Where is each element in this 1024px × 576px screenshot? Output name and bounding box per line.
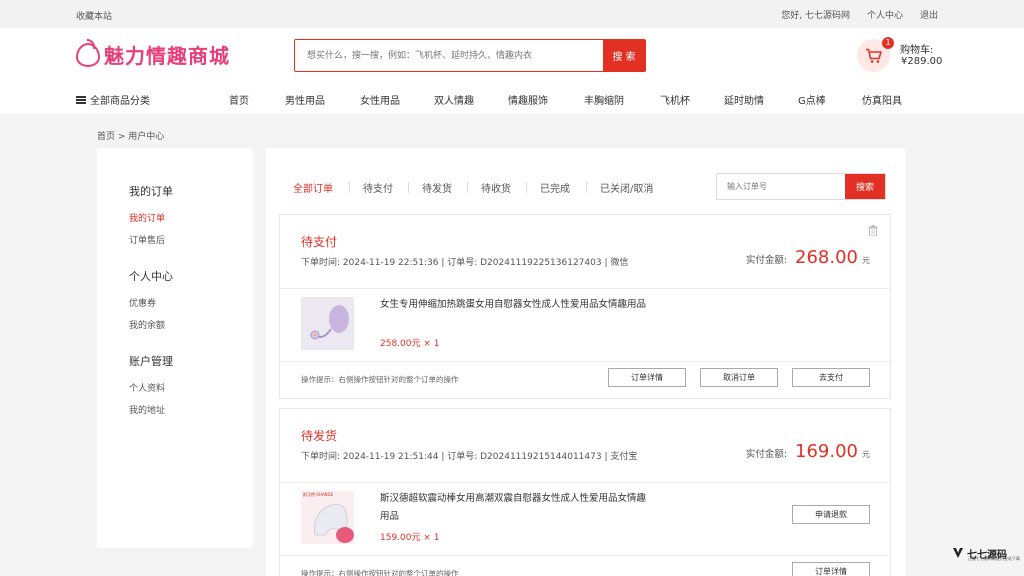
nav-item-apparel[interactable]: 情趣服饰 [508, 92, 548, 107]
tab-pending-shipment[interactable]: 待发货 [422, 180, 452, 195]
cart-badge: 1 [882, 37, 894, 49]
divider [280, 361, 890, 362]
tab-divider [467, 182, 468, 193]
paid-label: 实付金额: [745, 449, 788, 460]
watermark-subtitle: 正版七七源码网提供全站下载 [968, 556, 1020, 561]
paid-amount: 268.00 [795, 247, 858, 268]
sidebar-item-my-orders[interactable]: 我的订单 [129, 211, 165, 224]
order-paid-amount: 实付金额: 169.00 元 [746, 441, 870, 462]
top-bar-right: 您好, 七七源码网 个人中心 退出 [781, 8, 938, 21]
paid-label: 实付金额: [745, 255, 788, 266]
watermark: 七七源码 正版七七源码网提供全站下载 [952, 542, 1020, 564]
product-thumbnail[interactable] [301, 297, 354, 350]
cart-label: 购物车: [900, 45, 934, 56]
sidebar-item-after-sales[interactable]: 订单售后 [129, 233, 165, 246]
currency-label: 元 [862, 256, 870, 265]
tab-all-orders[interactable]: 全部订单 [293, 180, 333, 195]
nav-item-care[interactable]: 丰胸缩阴 [584, 92, 624, 107]
nav-item-home[interactable]: 首页 [229, 92, 249, 107]
paid-amount: 169.00 [795, 441, 858, 462]
watermark-logo-icon [953, 548, 963, 558]
sidebar-section-account: 账户管理 [129, 355, 173, 368]
order-search: 搜索 [716, 173, 886, 200]
sidebar-item-coupons[interactable]: 优惠券 [129, 296, 156, 309]
currency-label: 元 [862, 450, 870, 459]
order-meta: 下单时间: 2024-11-19 22:51:36 | 订单号: D202411… [301, 258, 629, 268]
main-content: 全部订单 待支付 待发货 待收货 已完成 已关闭/取消 搜索 待支付 下单时间:… [266, 148, 905, 576]
personal-center-link[interactable]: 个人中心 [867, 8, 903, 21]
tab-divider [349, 182, 350, 193]
nav-item-female[interactable]: 女性用品 [360, 92, 400, 107]
pay-button[interactable]: 去支付 [792, 368, 870, 387]
nav-item-delay[interactable]: 延时助情 [724, 92, 764, 107]
sidebar-item-profile[interactable]: 个人资料 [129, 381, 165, 394]
order-status: 待发货 [301, 429, 338, 443]
order-card: 待发货 下单时间: 2024-11-19 21:51:44 | 订单号: D20… [279, 408, 891, 576]
nav-item-gspot[interactable]: G点棒 [798, 92, 826, 107]
order-detail-button[interactable]: 订单详情 [792, 562, 870, 576]
order-card: 待支付 下单时间: 2024-11-19 22:51:36 | 订单号: D20… [279, 214, 891, 399]
logo-text: 魅力情趣商城 [104, 44, 230, 68]
nav-item-cup[interactable]: 飞机杯 [660, 92, 690, 107]
request-refund-button[interactable]: 申请退款 [792, 505, 870, 524]
order-meta: 下单时间: 2024-11-19 21:51:44 | 订单号: D202411… [301, 452, 638, 462]
product-name[interactable]: 女生专用伸缩加热跳蛋女用自慰器女性成人性爱用品女情趣用品 [380, 296, 650, 314]
cancel-order-button[interactable]: 取消订单 [700, 368, 778, 387]
tab-completed[interactable]: 已完成 [540, 180, 570, 195]
sidebar-section-personal: 个人中心 [129, 270, 173, 283]
order-search-button[interactable]: 搜索 [845, 174, 885, 199]
order-status: 待支付 [301, 235, 338, 249]
peach-icon [76, 38, 100, 67]
sidebar: 我的订单 我的订单 订单售后 个人中心 优惠券 我的余额 账户管理 个人资料 我… [97, 148, 253, 548]
sidebar-item-address[interactable]: 我的地址 [129, 403, 165, 416]
product-name[interactable]: 斯汉德超软震动棒女用高潮双震自慰器女性成人性爱用品女情趣用品 [380, 490, 650, 526]
greeting-text: 您好, 七七源码网 [781, 11, 850, 21]
sidebar-section-orders: 我的订单 [129, 185, 173, 198]
operation-tip: 操作提示：右侧操作按钮针对的整个订单的操作 [301, 569, 459, 576]
divider [280, 288, 890, 289]
nav-item-realistic[interactable]: 仿真阳具 [862, 92, 902, 107]
tab-pending-payment[interactable]: 待支付 [363, 180, 393, 195]
breadcrumb: 首页 > 用户中心 [97, 132, 165, 142]
divider [280, 555, 890, 556]
cart-total: ¥289.00 [901, 56, 943, 67]
product-thumbnail[interactable]: 斯汉德·SHANDE [301, 491, 354, 544]
main-nav: 全部商品分类 首页 男性用品 女性用品 双人情趣 情趣服饰 丰胸缩阴 飞机杯 延… [0, 84, 1024, 114]
all-categories[interactable]: 全部商品分类 [76, 92, 150, 107]
tab-closed[interactable]: 已关闭/取消 [600, 180, 653, 195]
search-button[interactable]: 搜 索 [603, 40, 645, 71]
order-number-input[interactable] [717, 174, 845, 199]
order-paid-amount: 实付金额: 268.00 元 [746, 247, 870, 268]
sidebar-item-balance[interactable]: 我的余额 [129, 318, 165, 331]
nav-item-couple[interactable]: 双人情趣 [434, 92, 474, 107]
divider [280, 482, 890, 483]
order-detail-button[interactable]: 订单详情 [608, 368, 686, 387]
nav-item-male[interactable]: 男性用品 [285, 92, 325, 107]
all-categories-label: 全部商品分类 [90, 96, 150, 107]
search-box: 搜 索 [294, 39, 646, 72]
cart[interactable]: 1 购物车: ¥289.00 [857, 37, 947, 73]
tab-pending-receipt[interactable]: 待收货 [481, 180, 511, 195]
menu-icon [76, 95, 86, 104]
tab-divider [408, 182, 409, 193]
trash-icon[interactable] [868, 225, 878, 236]
logo[interactable]: 魅力情趣商城 [76, 38, 230, 69]
tab-divider [526, 182, 527, 193]
operation-tip: 操作提示：右侧操作按钮针对的整个订单的操作 [301, 375, 459, 384]
header: 魅力情趣商城 搜 索 1 购物车: ¥289.00 全部商品分类 首页 男性用品… [0, 28, 1024, 114]
logout-link[interactable]: 退出 [920, 8, 938, 21]
search-input[interactable] [295, 40, 603, 71]
top-bar: 收藏本站 您好, 七七源码网 个人中心 退出 [0, 0, 1024, 28]
product-price: 258.00元 × 1 [380, 339, 440, 349]
tab-divider [586, 182, 587, 193]
product-price: 159.00元 × 1 [380, 533, 440, 543]
favorite-link[interactable]: 收藏本站 [76, 9, 112, 22]
